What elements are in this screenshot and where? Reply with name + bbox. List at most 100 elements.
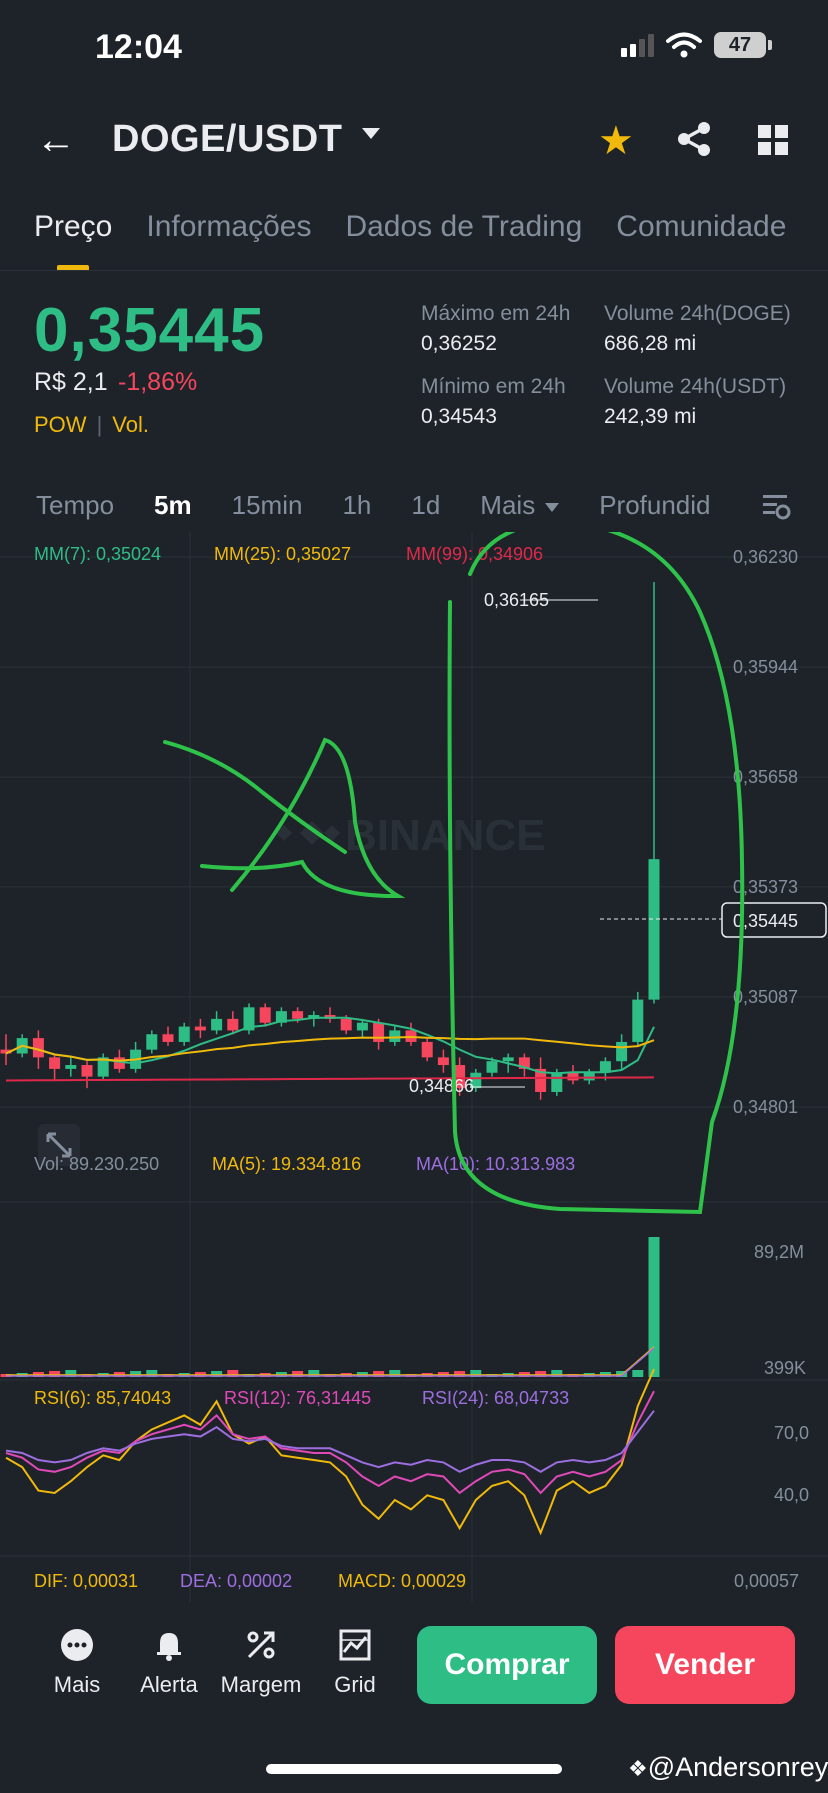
- more-menu-button[interactable]: Mais: [32, 1628, 122, 1698]
- low-24h-value: 0,34543: [421, 405, 497, 428]
- grid-button[interactable]: Grid: [310, 1628, 400, 1698]
- candle-body: [194, 1026, 206, 1031]
- high-24h-value: 0,36252: [421, 332, 497, 355]
- candle-body: [340, 1018, 352, 1031]
- alert-button[interactable]: Alerta: [124, 1628, 214, 1698]
- tf-1d[interactable]: 1d: [411, 490, 440, 521]
- vol-usdt-label: Volume 24h(USDT): [604, 375, 787, 398]
- ma25-label: MM(25): 0,35027: [214, 544, 351, 564]
- high-24h-label: Máximo em 24h: [421, 302, 571, 325]
- margin-button[interactable]: Margem: [216, 1628, 306, 1698]
- candle-body: [49, 1057, 61, 1069]
- sell-button[interactable]: Vender: [615, 1626, 795, 1704]
- macd-dif-label: DIF: 0,00031: [34, 1571, 138, 1591]
- candle-body: [551, 1072, 563, 1092]
- tab-price[interactable]: Preço: [34, 210, 112, 244]
- tag-vol[interactable]: Vol.: [112, 412, 149, 438]
- grid-bot-icon: [339, 1629, 371, 1661]
- high-marker-label: 0,36165: [484, 590, 549, 610]
- candle-body: [146, 1034, 158, 1050]
- margin-label: Margem: [220, 1672, 302, 1697]
- candle-body: [616, 1041, 628, 1062]
- rsi24-label: RSI(24): 68,04733: [422, 1388, 569, 1408]
- price-axis-tick: 0,35658: [733, 767, 798, 787]
- candle-body: [259, 1007, 271, 1023]
- candle-body: [567, 1072, 579, 1081]
- candle-body: [81, 1065, 93, 1077]
- candle-body: [292, 1011, 304, 1019]
- price-axis-tick: 0,35087: [733, 987, 798, 1007]
- low-24h-label: Mínimo em 24h: [421, 375, 566, 398]
- more-dots-icon: [61, 1629, 93, 1661]
- tf-5m[interactable]: 5m: [154, 490, 192, 521]
- status-icons: 47: [621, 32, 772, 58]
- tab-trading-data[interactable]: Dados de Trading: [345, 210, 582, 244]
- svg-text:BINANCE: BINANCE: [345, 811, 545, 860]
- cellular-signal-icon: [621, 33, 654, 57]
- tf-tempo[interactable]: Tempo: [36, 490, 114, 521]
- status-time: 12:04: [95, 28, 182, 66]
- timeframe-bar: Tempo 5m 15min 1h 1d Mais Profundid: [36, 490, 711, 521]
- favorite-star-icon[interactable]: ★: [598, 118, 634, 164]
- price-change: -1,86%: [118, 368, 198, 396]
- candle-body: [227, 1018, 239, 1031]
- tf-more-caret-icon: [545, 502, 560, 512]
- candle-body: [421, 1041, 433, 1058]
- fiat-price: R$ 2,1: [34, 368, 108, 396]
- layout-grid-icon[interactable]: [758, 125, 788, 155]
- binance-logo-icon: ❖: [628, 1756, 648, 1781]
- rsi12-label: RSI(12): 76,31445: [224, 1388, 371, 1408]
- kline-chart[interactable]: BINANCE 0,362300,359440,356580,353730,35…: [0, 532, 828, 1602]
- candle-body: [648, 859, 660, 1000]
- macd-value-label: MACD: 0,00029: [338, 1571, 466, 1591]
- candle-body: [502, 1057, 514, 1062]
- candle-body: [178, 1026, 190, 1042]
- more-label: Mais: [53, 1672, 101, 1697]
- tf-depth[interactable]: Profundid: [599, 490, 710, 521]
- volume-bar: [648, 1237, 660, 1377]
- author-credit: ❖@Andersonrey: [628, 1752, 828, 1782]
- candle-body: [583, 1072, 595, 1081]
- candle-body: [373, 1022, 385, 1042]
- back-arrow-icon[interactable]: ←: [36, 118, 76, 163]
- volume-axis-top: 89,2M: [754, 1242, 804, 1262]
- price-axis-tick: 0,34801: [733, 1097, 798, 1117]
- vol-doge-label: Volume 24h(DOGE): [604, 302, 791, 325]
- percent-arrow-icon: [247, 1631, 275, 1659]
- candle-body: [437, 1057, 449, 1066]
- wifi-icon: [666, 32, 702, 58]
- volume-label: Vol: 89.230.250: [34, 1154, 159, 1174]
- bell-icon: [157, 1633, 181, 1661]
- tab-community[interactable]: Comunidade: [616, 210, 786, 244]
- candle-body: [486, 1061, 498, 1073]
- tf-more[interactable]: Mais: [480, 490, 560, 521]
- macd-axis-label: 0,00057: [734, 1571, 799, 1591]
- macd-dea-label: DEA: 0,00002: [180, 1571, 292, 1591]
- candle-body: [211, 1018, 223, 1031]
- share-icon[interactable]: [675, 120, 713, 158]
- tf-15min[interactable]: 15min: [232, 490, 303, 521]
- binance-watermark: BINANCE: [276, 811, 545, 860]
- main-tabs: Preço Informações Dados de Trading Comun…: [34, 210, 786, 244]
- tab-info[interactable]: Informações: [146, 210, 311, 244]
- alert-label: Alerta: [140, 1672, 198, 1697]
- price-axis-tick: 0,35944: [733, 657, 798, 677]
- tag-pow[interactable]: POW: [34, 412, 87, 438]
- rsi6-label: RSI(6): 85,74043: [34, 1388, 171, 1408]
- home-indicator[interactable]: [266, 1764, 562, 1774]
- grid-label: Grid: [334, 1672, 376, 1697]
- candle-body: [162, 1034, 174, 1042]
- rsi-level-70: 70,0: [774, 1423, 809, 1443]
- volume-axis-bottom: 399K: [764, 1358, 806, 1378]
- tf-1h[interactable]: 1h: [342, 490, 371, 521]
- candle-body: [65, 1065, 77, 1069]
- volume-bars: [0, 1237, 660, 1377]
- buy-button[interactable]: Comprar: [417, 1626, 597, 1704]
- low-marker-label: 0,34866: [409, 1076, 474, 1096]
- pair-dropdown-icon[interactable]: [362, 128, 380, 139]
- ma7-label: MM(7): 0,35024: [34, 544, 161, 564]
- volume-ma5-label: MA(5): 19.334.816: [212, 1154, 361, 1174]
- battery-icon: 47: [714, 32, 772, 58]
- pair-title[interactable]: DOGE/USDT: [112, 118, 342, 161]
- chart-settings-icon[interactable]: [760, 490, 792, 522]
